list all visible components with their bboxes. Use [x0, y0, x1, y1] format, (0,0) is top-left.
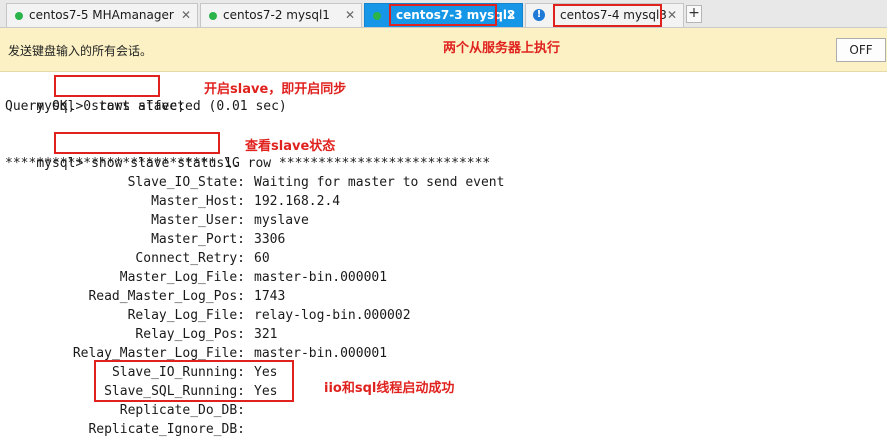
status-row: Read_Master_Log_Pos: 1743: [0, 287, 887, 306]
field-value: relay-log-bin.000002: [254, 308, 411, 323]
status-row: Master_Port: 3306: [0, 230, 887, 249]
field-name: Replicate_Do_DB:: [119, 403, 245, 418]
status-row: Master_User: myslave: [0, 211, 887, 230]
field-value: 3306: [254, 232, 286, 247]
warning-icon: !: [533, 9, 545, 21]
highlight-box: [54, 75, 160, 97]
field-value: 321: [254, 327, 278, 342]
field-value: 60: [254, 251, 270, 266]
highlight-box: [389, 4, 497, 26]
row-header: *************************** 1. row *****…: [5, 156, 491, 171]
tab-label: centos7-2 mysql1: [223, 8, 330, 22]
highlight-box: [553, 4, 662, 27]
field-value: master-bin.000001: [254, 270, 388, 285]
add-tab-button[interactable]: +: [686, 5, 702, 23]
close-icon[interactable]: ✕: [181, 4, 191, 26]
annotation-note: 两个从服务器上执行: [443, 41, 561, 56]
session-tab-bar: centos7-5 MHAmanager ✕ centos7-2 mysql1 …: [0, 0, 887, 28]
status-row: Master_Log_File: master-bin.000001: [0, 268, 887, 287]
field-name: Master_User:: [151, 213, 245, 228]
field-name: Slave_IO_State:: [127, 175, 245, 190]
highlight-box: [94, 360, 294, 402]
field-name: Replicate_Ignore_DB:: [88, 422, 245, 437]
field-name: Relay_Log_Pos:: [135, 327, 245, 342]
field-value: 1743: [254, 289, 286, 304]
status-row: Slave_IO_State: Waiting for master to sen…: [0, 173, 887, 192]
tab-centos7-5[interactable]: centos7-5 MHAmanager ✕: [6, 3, 198, 27]
close-icon[interactable]: ✕: [345, 4, 355, 26]
tab-label: centos7-5 MHAmanager: [29, 8, 174, 22]
field-value: 192.168.2.4: [254, 194, 341, 209]
annotation-note: 开启slave，即开启同步: [204, 82, 347, 97]
status-row: Replicate_Ignore_DB:: [0, 420, 887, 439]
status-row: Connect_Retry: 60: [0, 249, 887, 268]
field-name: Relay_Log_File:: [127, 308, 245, 323]
status-row: Relay_Log_File: relay-log-bin.000002: [0, 306, 887, 325]
annotation-note: 查看slave状态: [245, 139, 336, 154]
field-name: Master_Port:: [151, 232, 245, 247]
off-button[interactable]: OFF: [836, 38, 886, 62]
status-row: Relay_Log_Pos: 321: [0, 325, 887, 344]
terminal-output[interactable]: mysql> start slave; 开启slave，即开启同步 Query …: [0, 72, 887, 439]
broadcast-message: 发送键盘输入的所有会话。: [8, 44, 153, 58]
field-value: Waiting for master to send event: [254, 175, 505, 190]
highlight-box: [54, 132, 220, 154]
field-name: Master_Log_File:: [119, 270, 245, 285]
connected-status-icon: [373, 12, 381, 20]
field-name: Connect_Retry:: [135, 251, 245, 266]
close-icon[interactable]: ✕: [667, 4, 677, 26]
close-icon[interactable]: ✕: [506, 4, 516, 26]
connected-status-icon: [209, 12, 217, 20]
field-value: myslave: [254, 213, 309, 228]
connected-status-icon: [15, 12, 23, 20]
terminal-line: Query OK, 0 rows affected (0.01 sec): [5, 99, 287, 114]
tab-centos7-2[interactable]: centos7-2 mysql1 ✕: [200, 3, 362, 27]
broadcast-input-bar: 发送键盘输入的所有会话。 两个从服务器上执行 OFF: [0, 28, 887, 72]
field-name: Read_Master_Log_Pos:: [88, 289, 245, 304]
annotation-note: iio和sql线程启动成功: [324, 381, 455, 396]
field-name: Master_Host:: [151, 194, 245, 209]
status-row: Master_Host: 192.168.2.4: [0, 192, 887, 211]
status-row: Replicate_Do_DB:: [0, 401, 887, 420]
